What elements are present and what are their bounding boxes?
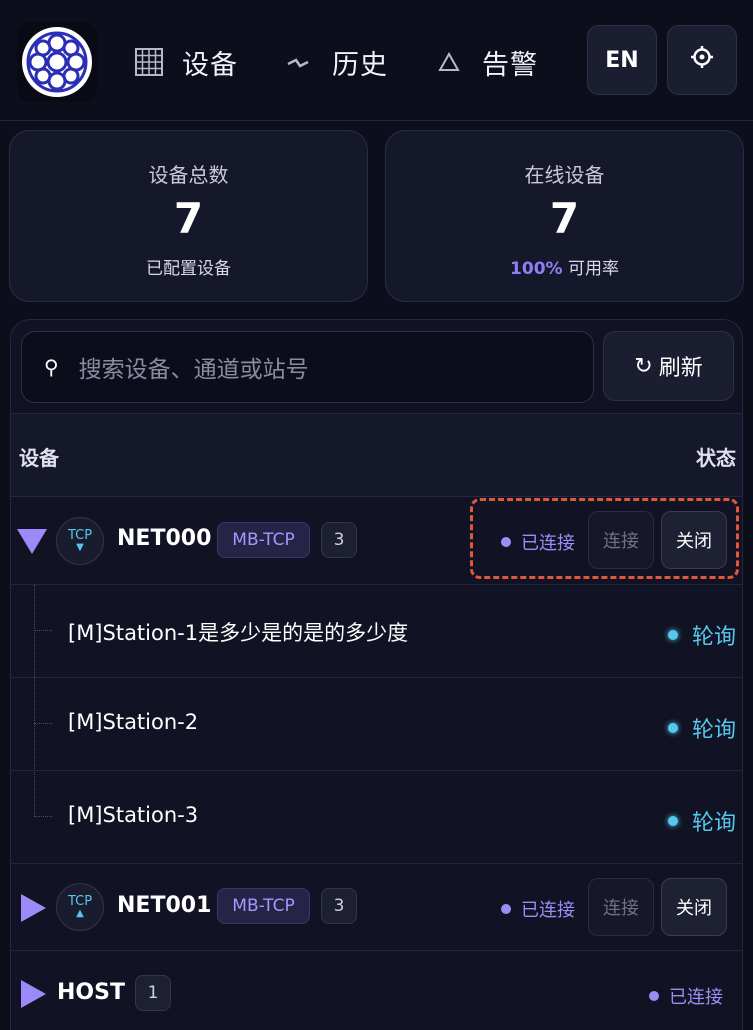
station-row[interactable]: [M]Station-3 轮询 bbox=[11, 771, 742, 864]
stat-online-value: 7 bbox=[549, 194, 580, 243]
poll-status: 轮询 bbox=[667, 805, 736, 837]
col-status: 状态 bbox=[696, 446, 736, 470]
expand-caret-icon[interactable] bbox=[21, 894, 46, 922]
language-label: EN bbox=[605, 47, 639, 73]
grid-icon bbox=[134, 48, 164, 76]
collapse-caret-icon[interactable] bbox=[17, 529, 47, 554]
channel-count: 3 bbox=[321, 888, 357, 924]
connect-label: 连接 bbox=[603, 898, 639, 919]
refresh-icon: ↻ bbox=[634, 353, 653, 379]
stat-online-title: 在线设备 bbox=[524, 163, 605, 187]
stat-card-online: 在线设备 7 100% 可用率 bbox=[385, 130, 744, 302]
app-frame: 设备 历史 告警 EN 设备总数 7 已配置设备 在线设备 7 100% 可用率… bbox=[0, 0, 753, 1030]
nav-devices-label: 设备 bbox=[182, 49, 238, 81]
gear-icon bbox=[689, 44, 715, 76]
stat-total-title: 设备总数 bbox=[148, 163, 229, 187]
channel-count: 3 bbox=[321, 522, 357, 558]
tcp-badge: TCP ▲ bbox=[56, 883, 104, 931]
nav-devices[interactable]: 设备 bbox=[134, 40, 238, 84]
expand-caret-icon[interactable] bbox=[21, 980, 46, 1008]
device-row-net001[interactable]: TCP ▲ NET001 MB-TCP 3 已连接 连接 关闭 bbox=[11, 864, 742, 951]
connection-status: 已连接 bbox=[501, 896, 575, 922]
proto-label: TCP bbox=[67, 894, 93, 909]
stat-online-sub: 100% 可用率 bbox=[510, 254, 619, 279]
logo-icon bbox=[26, 31, 88, 93]
protocol-tag: MB-TCP bbox=[217, 888, 310, 924]
station-label: [M]Station-2 bbox=[68, 710, 199, 734]
poll-label: 轮询 bbox=[691, 811, 736, 836]
poll-label: 轮询 bbox=[691, 718, 736, 743]
station-row[interactable]: [M]Station-2 轮询 bbox=[11, 678, 742, 771]
station-row[interactable]: [M]Station-1是多少是的是的多少度 轮询 bbox=[11, 585, 742, 678]
station-label: [M]Station-3 bbox=[68, 803, 199, 827]
proto-label: TCP bbox=[67, 528, 93, 543]
status-dot-icon bbox=[501, 904, 511, 914]
proto-direction-icon: ▲ bbox=[76, 908, 84, 919]
refresh-button[interactable]: ↻ 刷新 bbox=[603, 331, 734, 401]
close-label: 关闭 bbox=[676, 898, 712, 919]
top-bar: 设备 历史 告警 EN bbox=[0, 0, 753, 121]
close-button[interactable]: 关闭 bbox=[661, 878, 727, 936]
poll-status: 轮询 bbox=[667, 712, 736, 744]
availability-label: 可用率 bbox=[567, 259, 619, 279]
protocol-tag: MB-TCP bbox=[217, 522, 310, 558]
col-device: 设备 bbox=[19, 446, 59, 470]
search-input[interactable]: ⚲ 搜索设备、通道或站号 bbox=[21, 331, 594, 403]
search-placeholder: 搜索设备、通道或站号 bbox=[78, 357, 309, 383]
tcp-badge: TCP ▼ bbox=[56, 517, 104, 565]
connect-button[interactable]: 连接 bbox=[588, 878, 654, 936]
poll-dot-icon bbox=[667, 630, 678, 640]
proto-direction-icon: ▼ bbox=[76, 542, 84, 553]
channel-count: 1 bbox=[135, 975, 171, 1011]
status-label: 已连接 bbox=[669, 987, 723, 1008]
device-name: NET000 bbox=[117, 526, 212, 551]
settings-button[interactable] bbox=[667, 25, 737, 95]
warning-icon bbox=[434, 52, 464, 72]
pulse-icon bbox=[284, 52, 314, 72]
highlight-annotation bbox=[470, 498, 739, 579]
status-label: 已连接 bbox=[521, 900, 575, 921]
stat-card-total: 设备总数 7 已配置设备 bbox=[9, 130, 368, 302]
poll-status: 轮询 bbox=[667, 619, 736, 651]
device-name: NET001 bbox=[117, 893, 212, 918]
language-button[interactable]: EN bbox=[587, 25, 657, 95]
stat-total-sub: 已配置设备 bbox=[146, 259, 231, 279]
app-logo[interactable] bbox=[17, 22, 97, 102]
nav-alerts-label: 告警 bbox=[482, 49, 538, 81]
nav-history-label: 历史 bbox=[332, 49, 388, 81]
device-row-host[interactable]: HOST 1 已连接 bbox=[11, 951, 742, 1030]
station-label: [M]Station-1是多少是的是的多少度 bbox=[68, 621, 409, 645]
device-panel: ⚲ 搜索设备、通道或站号 ↻ 刷新 设备 状态 TCP ▼ NET000 MB-… bbox=[10, 319, 743, 1030]
logo-mark bbox=[22, 27, 92, 97]
poll-label: 轮询 bbox=[691, 625, 736, 650]
connection-status: 已连接 bbox=[649, 983, 723, 1009]
search-icon: ⚲ bbox=[44, 355, 59, 379]
poll-dot-icon bbox=[667, 816, 678, 826]
table-header: 设备 状态 bbox=[11, 413, 742, 497]
nav-alerts[interactable]: 告警 bbox=[434, 40, 538, 84]
status-dot-icon bbox=[649, 991, 659, 1001]
poll-dot-icon bbox=[667, 723, 678, 733]
nav-history[interactable]: 历史 bbox=[284, 40, 388, 84]
refresh-label: 刷新 bbox=[658, 356, 703, 381]
availability-percent: 100% bbox=[510, 259, 563, 279]
device-name: HOST bbox=[57, 980, 125, 1005]
stat-total-value: 7 bbox=[173, 194, 204, 243]
